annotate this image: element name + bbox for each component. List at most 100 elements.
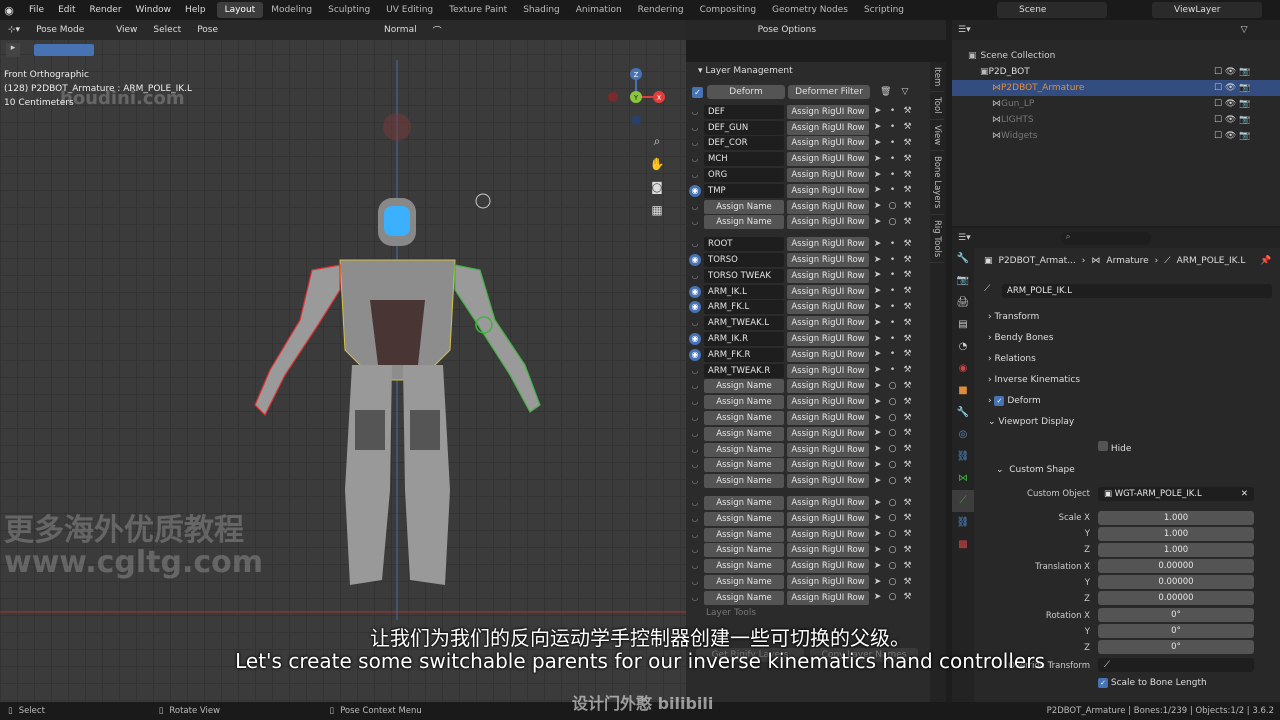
layer-name-field[interactable]: TORSO [704, 253, 784, 268]
3d-viewport[interactable] [0, 20, 686, 702]
cursor-select-icon[interactable]: ➤ [871, 269, 884, 282]
cursor-select-icon[interactable]: ➤ [871, 105, 884, 118]
texture-tab-icon[interactable]: ▩ [952, 534, 974, 556]
eye-icon[interactable]: ◡ [689, 513, 701, 525]
menu-edit[interactable]: Edit [51, 5, 82, 15]
scene-tab-icon[interactable]: ◔ [952, 336, 974, 358]
eye-icon[interactable]: ◉ [689, 285, 701, 298]
layer-name-field[interactable]: Assign Name [704, 426, 784, 441]
layer-name-field[interactable]: ROOT [704, 237, 784, 252]
layer-name-field[interactable]: ARM_TWEAK.L [704, 316, 784, 331]
eye-icon[interactable]: ◡ [689, 238, 701, 250]
assign-rigui-row-button[interactable]: Assign RigUI Row [787, 496, 869, 511]
radio-dot-icon[interactable]: • [886, 254, 899, 267]
cursor-select-icon[interactable]: ➤ [871, 412, 884, 425]
layer-name-field[interactable]: Assign Name [704, 543, 784, 558]
assign-rigui-row-button[interactable]: Assign RigUI Row [787, 511, 869, 526]
bone-tool-icon[interactable]: ⚒ [901, 184, 914, 197]
bone-tool-icon[interactable]: ⚒ [901, 396, 914, 409]
properties-editor-icon[interactable]: ☰▾ [958, 233, 971, 243]
cursor-select-icon[interactable]: ➤ [871, 364, 884, 377]
bone-tool-icon[interactable]: ⚒ [901, 497, 914, 510]
custom-object-field[interactable]: ▣ WGT-ARM_POLE_IK.L ✕ [1098, 487, 1254, 501]
radio-dot-icon[interactable]: ○ [886, 560, 899, 573]
layer-name-field[interactable]: Assign Name [704, 527, 784, 542]
output-tab-icon[interactable]: 🖨 [952, 292, 974, 314]
sidebar-tab-bone-layers[interactable]: Bone Layers [930, 151, 944, 215]
workspace-tab-modeling[interactable]: Modeling [263, 2, 320, 18]
layer-name-field[interactable]: ARM_IK.L [704, 284, 784, 299]
layer-tools-header[interactable]: Layer Tools [686, 606, 930, 620]
radio-dot-icon[interactable]: ○ [886, 497, 899, 510]
workspace-tab-shading[interactable]: Shading [515, 2, 568, 18]
menu-help[interactable]: Help [178, 5, 213, 15]
scene-collection-row[interactable]: ▣ Scene Collection [952, 48, 1280, 64]
radio-dot-icon[interactable]: • [886, 333, 899, 346]
radio-dot-icon[interactable]: • [886, 301, 899, 314]
bone-tool-icon[interactable]: ⚒ [901, 576, 914, 589]
cursor-select-icon[interactable]: ➤ [871, 497, 884, 510]
assign-rigui-row-button[interactable]: Assign RigUI Row [787, 183, 869, 198]
assign-rigui-row-button[interactable]: Assign RigUI Row [787, 395, 869, 410]
layer-name-field[interactable]: ORG [704, 168, 784, 183]
assign-rigui-row-button[interactable]: Assign RigUI Row [787, 284, 869, 299]
eye-icon[interactable]: ◉ [689, 301, 701, 314]
radio-dot-icon[interactable]: ○ [886, 443, 899, 456]
cursor-select-icon[interactable]: ➤ [871, 137, 884, 150]
cursor-select-icon[interactable]: ➤ [871, 200, 884, 213]
eye-icon[interactable]: ◉ [689, 254, 701, 267]
radio-dot-icon[interactable]: ○ [886, 576, 899, 589]
editor-type-icon[interactable]: ⊹▾ [0, 25, 28, 35]
workspace-tab-animation[interactable]: Animation [568, 2, 630, 18]
eye-icon[interactable]: ◡ [689, 137, 701, 149]
cursor-select-icon[interactable]: ➤ [871, 427, 884, 440]
assign-rigui-row-button[interactable]: Assign RigUI Row [787, 168, 869, 183]
cursor-select-icon[interactable]: ➤ [871, 301, 884, 314]
layer-name-field[interactable]: MCH [704, 152, 784, 167]
assign-rigui-row-button[interactable]: Assign RigUI Row [787, 120, 869, 135]
armature-data-tab-icon[interactable]: ⋈ [952, 468, 974, 490]
deformer-filter-button[interactable]: Deformer Filter [788, 85, 870, 99]
cursor-select-icon[interactable]: ➤ [871, 475, 884, 488]
eye-icon[interactable]: ◡ [689, 153, 701, 165]
cursor-select-icon[interactable]: ➤ [871, 317, 884, 330]
layer-name-field[interactable]: Assign Name [704, 575, 784, 589]
workspace-tab-texture-paint[interactable]: Texture Paint [441, 2, 515, 18]
outliner-row[interactable]: ▣ P2D_BOT ☐ 👁 📷 [952, 64, 1280, 80]
tool-tab-icon[interactable]: 🔧 [952, 248, 974, 270]
eye-icon[interactable]: ◡ [689, 475, 701, 487]
scene-selector[interactable]: Scene [997, 2, 1107, 18]
world-tab-icon[interactable]: ◉ [952, 358, 974, 380]
radio-dot-icon[interactable]: • [886, 137, 899, 150]
visibility-toggles[interactable]: ☐ 👁 📷 [1214, 99, 1250, 109]
hide-checkbox[interactable]: Hide [1098, 441, 1131, 454]
assign-rigui-row-button[interactable]: Assign RigUI Row [787, 136, 869, 151]
cursor-select-icon[interactable]: ➤ [871, 216, 884, 229]
bone-tool-icon[interactable]: ⚒ [901, 317, 914, 330]
eye-icon[interactable]: ◡ [689, 365, 701, 377]
deform-checkbox-prop[interactable]: ✓ [994, 396, 1005, 406]
selection-mode-icons[interactable] [34, 44, 94, 56]
eye-icon[interactable]: ◡ [689, 201, 701, 213]
bone-tool-icon[interactable]: ⚒ [901, 560, 914, 573]
physics-tab-icon[interactable]: ◎ [952, 424, 974, 446]
cursor-select-icon[interactable]: ➤ [871, 512, 884, 525]
clear-icon[interactable]: ✕ [1241, 487, 1248, 501]
radio-dot-icon[interactable]: ○ [886, 512, 899, 525]
cursor-select-icon[interactable]: ➤ [871, 544, 884, 557]
radio-dot-icon[interactable]: ○ [886, 216, 899, 229]
select-menu[interactable]: Select [145, 25, 189, 35]
eye-icon[interactable]: ◡ [689, 459, 701, 471]
radio-dot-icon[interactable]: • [886, 153, 899, 166]
layer-name-field[interactable]: DEF [704, 104, 784, 119]
eye-icon[interactable]: ◡ [689, 444, 701, 456]
workspace-tab-rendering[interactable]: Rendering [630, 2, 692, 18]
bone-tool-icon[interactable]: ⚒ [901, 269, 914, 282]
cursor-select-icon[interactable]: ➤ [871, 459, 884, 472]
eye-icon[interactable]: ◡ [689, 106, 701, 118]
workspace-tab-scripting[interactable]: Scripting [856, 2, 912, 18]
radio-dot-icon[interactable]: ○ [886, 427, 899, 440]
deform-checkbox[interactable]: ✓ [692, 86, 703, 98]
bone-tool-icon[interactable]: ⚒ [901, 412, 914, 425]
radio-dot-icon[interactable]: ○ [886, 412, 899, 425]
